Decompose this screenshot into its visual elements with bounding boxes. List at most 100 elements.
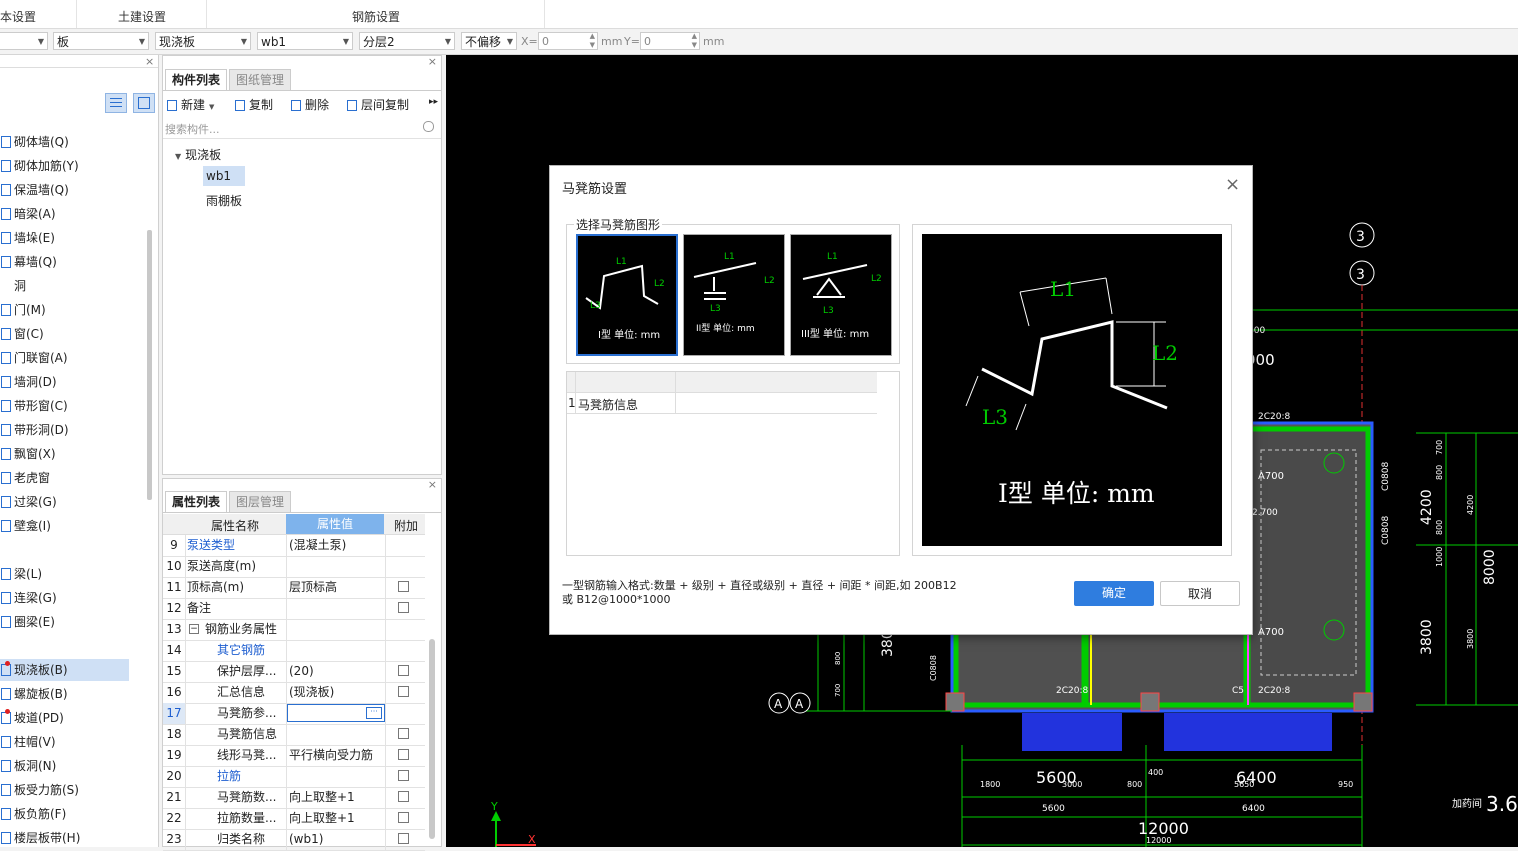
close-icon[interactable]: ×	[428, 478, 437, 491]
attach-checkbox[interactable]	[398, 728, 409, 739]
search-icon[interactable]	[423, 121, 434, 132]
property-row[interactable]: −13 钢筋业务属性	[163, 619, 425, 641]
tree-item-wb1[interactable]: wb1	[203, 166, 245, 186]
floor-copy-button[interactable]: 层间复制	[347, 96, 409, 113]
layer-combo[interactable]: 分层2 ▼	[359, 32, 455, 50]
sidebar-item[interactable]: 圈梁(E)	[0, 611, 140, 633]
sidebar-item[interactable]: 暗梁(A)	[0, 203, 140, 225]
type-combo[interactable]: 现浇板 ▼	[155, 32, 251, 50]
shape-option-type3[interactable]: L1 L2 L3 III型 单位: mm	[790, 234, 892, 356]
attach-checkbox[interactable]	[398, 581, 409, 592]
more-icon[interactable]: ▸▸	[429, 97, 438, 107]
tab-layer-management[interactable]: 图层管理	[229, 491, 292, 513]
search-input[interactable]: 搜索构件...	[165, 121, 220, 137]
property-value[interactable]: 平行横向受力筋	[289, 745, 385, 766]
offset-combo[interactable]: 不偏移 ▼	[461, 32, 517, 50]
attach-checkbox[interactable]	[398, 665, 409, 676]
tab-rebar-settings[interactable]: 钢筋设置	[352, 8, 400, 25]
property-row[interactable]: 17 马凳筋参... ···	[163, 703, 425, 725]
stool-param-input[interactable]: ···	[287, 704, 385, 722]
detail-view-icon[interactable]	[133, 93, 155, 113]
sidebar-item[interactable]: 连梁(G)	[0, 587, 140, 609]
property-row[interactable]: 22 拉筋数量... 向上取整+1	[163, 808, 425, 830]
sidebar-item[interactable]: 螺旋板(B)	[0, 683, 140, 705]
property-value[interactable]: (现浇板)	[289, 682, 385, 703]
shape-option-type2[interactable]: L1 L2 L3 II型 单位: mm	[683, 234, 785, 356]
tab-component-list[interactable]: 构件列表	[165, 69, 228, 91]
scrollbar-thumb[interactable]	[147, 230, 152, 500]
info-table-row[interactable]: 1 马凳筋信息	[567, 393, 877, 414]
sidebar-item[interactable]: 楼层板带(H)	[0, 827, 140, 849]
tree-item-canopy[interactable]: 雨棚板	[206, 192, 242, 209]
sidebar-item[interactable]: 老虎窗	[0, 467, 140, 489]
property-value[interactable]: 层顶标高	[289, 577, 385, 598]
search-box[interactable]: 搜索构件...	[163, 118, 441, 139]
sidebar-item[interactable]: 门联窗(A)	[0, 347, 140, 369]
property-row[interactable]: 14 其它钢筋	[163, 640, 425, 662]
floor-combo[interactable]: ▼	[0, 32, 48, 50]
sidebar-item[interactable]: 现浇板(B)	[0, 659, 129, 681]
sidebar-item[interactable]: 幕墙(Q)	[0, 251, 140, 273]
property-row[interactable]: 16 汇总信息 (现浇板)	[163, 682, 425, 704]
sidebar-item[interactable]: 飘窗(X)	[0, 443, 140, 465]
collapse-icon[interactable]: −	[189, 624, 199, 634]
row-value-input[interactable]	[677, 393, 877, 413]
close-icon[interactable]: ×	[1225, 174, 1240, 195]
x-input[interactable]: 0 ▲ ▼	[538, 32, 598, 50]
attach-checkbox[interactable]	[398, 770, 409, 781]
sidebar-item[interactable]: 带形窗(C)	[0, 395, 140, 417]
sidebar-item[interactable]: 门(M)	[0, 299, 140, 321]
sidebar-item[interactable]: 过梁(G)	[0, 491, 140, 513]
attach-checkbox[interactable]	[398, 791, 409, 802]
ok-button[interactable]: 确定	[1074, 581, 1154, 606]
property-row[interactable]: 20 拉筋	[163, 766, 425, 788]
sidebar-item[interactable]: 洞	[0, 275, 140, 297]
sidebar-item[interactable]: 保温墙(Q)	[0, 179, 140, 201]
sidebar-item[interactable]: 柱帽(V)	[0, 731, 140, 753]
new-button[interactable]: 新建 ▼	[167, 96, 214, 113]
spin-arrows-icon[interactable]: ▲ ▼	[590, 32, 595, 50]
tab-drawing-management[interactable]: 图纸管理	[229, 69, 292, 91]
property-value[interactable]: 向上取整+1	[289, 787, 385, 808]
close-icon[interactable]: ×	[428, 55, 437, 68]
cancel-button[interactable]: 取消	[1160, 581, 1240, 606]
sidebar-item[interactable]: 坡道(PD)	[0, 707, 140, 729]
category-combo[interactable]: 板 ▼	[53, 32, 149, 50]
property-row[interactable]: 9 泵送类型 (混凝土泵)	[163, 535, 425, 557]
attach-checkbox[interactable]	[398, 602, 409, 613]
sidebar-item[interactable]: 壁龛(I)	[0, 515, 140, 537]
property-row[interactable]: 21 马凳筋数... 向上取整+1	[163, 787, 425, 809]
property-row[interactable]: 11 顶标高(m) 层顶标高	[163, 577, 425, 599]
attach-checkbox[interactable]	[398, 833, 409, 844]
sidebar-item[interactable]: 砌体加筋(Y)	[0, 155, 140, 177]
property-row[interactable]: 23 归类名称 (wb1)	[163, 829, 425, 851]
attach-checkbox[interactable]	[398, 812, 409, 823]
property-value[interactable]: 向上取整+1	[289, 808, 385, 829]
sidebar-item[interactable]: 墙垛(E)	[0, 227, 140, 249]
shape-option-type1[interactable]: L1 L2 L3 I型 单位: mm	[576, 234, 678, 356]
property-value[interactable]: (混凝土泵)	[289, 535, 385, 556]
property-row[interactable]: 10 泵送高度(m)	[163, 556, 425, 578]
attach-checkbox[interactable]	[398, 686, 409, 697]
sidebar-item[interactable]: 带形洞(D)	[0, 419, 140, 441]
chevron-down-icon[interactable]: ▼	[175, 152, 181, 161]
property-row[interactable]: 15 保护层厚... (20)	[163, 661, 425, 683]
tree-root[interactable]: ▼ 现浇板	[175, 146, 221, 163]
component-combo[interactable]: wb1 ▼	[257, 32, 353, 50]
property-row[interactable]: 18 马凳筋信息	[163, 724, 425, 746]
sidebar-item[interactable]: 板受力筋(S)	[0, 779, 140, 801]
y-input[interactable]: 0 ▲ ▼	[640, 32, 700, 50]
property-row[interactable]: 19 线形马凳... 平行横向受力筋	[163, 745, 425, 767]
sidebar-item[interactable]: 梁(L)	[0, 563, 140, 585]
scrollbar-thumb[interactable]	[429, 639, 435, 839]
tab-property-list[interactable]: 属性列表	[165, 491, 228, 513]
sidebar-item[interactable]: 板负筋(F)	[0, 803, 140, 825]
copy-button[interactable]: 复制	[235, 96, 273, 113]
property-row[interactable]: 12 备注	[163, 598, 425, 620]
list-view-icon[interactable]	[105, 93, 127, 113]
tab-civil-settings[interactable]: 土建设置	[118, 8, 166, 25]
sidebar-item[interactable]: 窗(C)	[0, 323, 140, 345]
sidebar-item[interactable]: 板洞(N)	[0, 755, 140, 777]
sidebar-item[interactable]: 墙洞(D)	[0, 371, 140, 393]
property-value[interactable]: (20)	[289, 661, 385, 682]
